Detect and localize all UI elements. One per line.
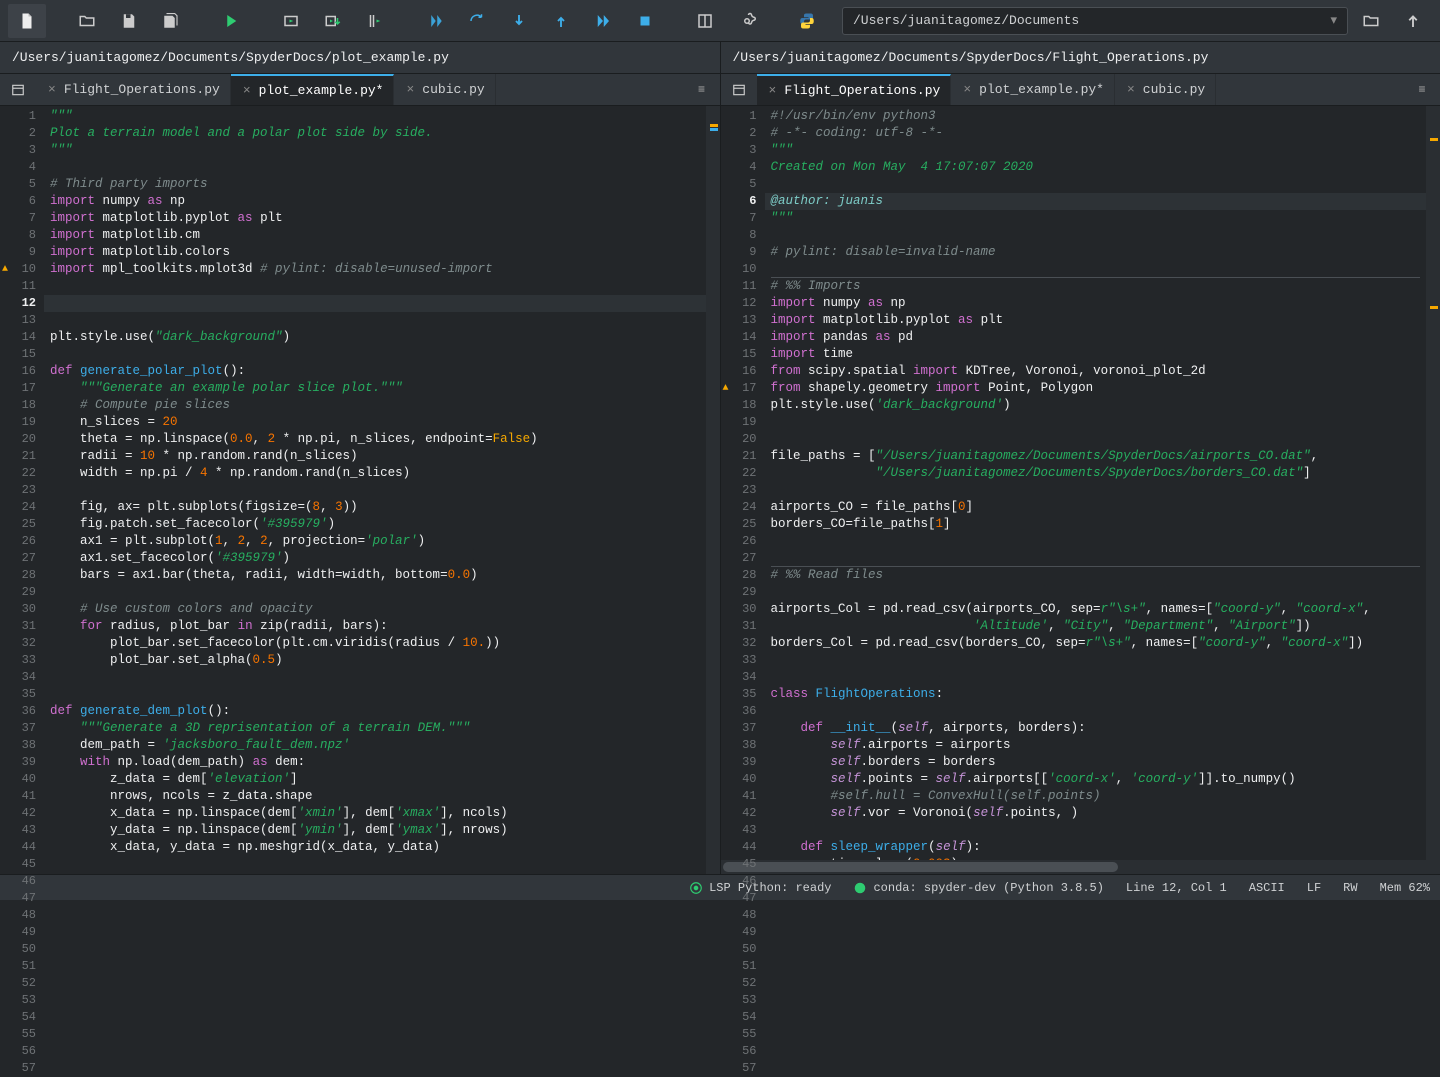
tab-plot-example[interactable]: ×plot_example.py*: [951, 74, 1115, 105]
tab-options-button[interactable]: ≡: [1404, 74, 1440, 105]
run-button[interactable]: [212, 4, 250, 38]
line-gutter: 12345678910111213141516▲1718192021222324…: [721, 106, 765, 860]
debug-stop-button[interactable]: [626, 4, 664, 38]
editor-split: /Users/juanitagomez/Documents/SpyderDocs…: [0, 42, 1440, 874]
browse-dir-button[interactable]: [1352, 4, 1390, 38]
status-lsp[interactable]: LSP Python: ready: [689, 881, 831, 895]
status-eol[interactable]: LF: [1307, 881, 1321, 895]
close-icon[interactable]: ×: [1125, 82, 1137, 97]
code-area[interactable]: """ Plot a terrain model and a polar plo…: [44, 106, 706, 874]
run-selection-button[interactable]: [356, 4, 394, 38]
new-file-button[interactable]: [8, 4, 46, 38]
close-icon[interactable]: ×: [46, 82, 58, 97]
close-icon[interactable]: ×: [404, 82, 416, 97]
maximize-pane-button[interactable]: [686, 4, 724, 38]
scrollbar-vertical[interactable]: [1426, 106, 1440, 860]
tab-browse-button[interactable]: [721, 74, 757, 105]
tab-bar-right: ×Flight_Operations.py ×plot_example.py* …: [721, 74, 1440, 106]
status-encoding[interactable]: ASCII: [1249, 881, 1285, 895]
status-mem: Mem 62%: [1380, 881, 1430, 895]
preferences-button[interactable]: [728, 4, 766, 38]
tab-flight-operations[interactable]: ×Flight_Operations.py: [36, 74, 231, 105]
run-cell-advance-button[interactable]: [314, 4, 352, 38]
tab-bar-left: ×Flight_Operations.py ×plot_example.py* …: [0, 74, 720, 106]
line-gutter: 123456789▲101112131415161718192021222324…: [0, 106, 44, 874]
file-path-bar: /Users/juanitagomez/Documents/SpyderDocs…: [721, 42, 1440, 74]
open-file-button[interactable]: [68, 4, 106, 38]
tab-cubic[interactable]: ×cubic.py: [1115, 74, 1216, 105]
close-icon[interactable]: ×: [241, 83, 253, 98]
close-icon[interactable]: ×: [961, 82, 973, 97]
file-path-bar: /Users/juanitagomez/Documents/SpyderDocs…: [0, 42, 720, 74]
code-editor-right[interactable]: 12345678910111213141516▲1718192021222324…: [721, 106, 1440, 860]
tab-browse-button[interactable]: [0, 74, 36, 105]
debug-step-in-button[interactable]: [500, 4, 538, 38]
code-editor-left[interactable]: 123456789▲101112131415161718192021222324…: [0, 106, 720, 874]
close-icon[interactable]: ×: [767, 83, 779, 98]
scrollbar-horizontal[interactable]: [721, 860, 1440, 874]
debug-step-out-button[interactable]: [542, 4, 580, 38]
editor-pane-left: /Users/juanitagomez/Documents/SpyderDocs…: [0, 42, 721, 874]
tab-plot-example[interactable]: ×plot_example.py*: [231, 74, 395, 105]
debug-button[interactable]: [416, 4, 454, 38]
status-bar: LSP Python: ready conda: spyder-dev (Pyt…: [0, 874, 1440, 900]
status-cursor: Line 12, Col 1: [1126, 881, 1227, 895]
working-dir-text: /Users/juanitagomez/Documents: [853, 13, 1079, 28]
parent-dir-button[interactable]: [1394, 4, 1432, 38]
tab-options-button[interactable]: ≡: [684, 74, 720, 105]
file-path-text: /Users/juanitagomez/Documents/SpyderDocs…: [12, 50, 449, 65]
scrollbar-vertical[interactable]: [706, 106, 720, 874]
tab-flight-operations[interactable]: ×Flight_Operations.py: [757, 74, 952, 105]
debug-step-button[interactable]: [458, 4, 496, 38]
status-rw: RW: [1343, 881, 1357, 895]
status-conda[interactable]: conda: spyder-dev (Python 3.8.5): [853, 881, 1103, 895]
working-dir-input[interactable]: /Users/juanitagomez/Documents ▾: [842, 7, 1348, 35]
tab-cubic[interactable]: ×cubic.py: [394, 74, 495, 105]
editor-pane-right: /Users/juanitagomez/Documents/SpyderDocs…: [721, 42, 1440, 874]
main-toolbar: /Users/juanitagomez/Documents ▾: [0, 0, 1440, 42]
save-button[interactable]: [110, 4, 148, 38]
code-area[interactable]: #!/usr/bin/env python3 # -*- coding: utf…: [765, 106, 1427, 860]
file-path-text: /Users/juanitagomez/Documents/SpyderDocs…: [733, 50, 1209, 65]
save-all-button[interactable]: [152, 4, 190, 38]
python-path-button[interactable]: [788, 4, 826, 38]
debug-continue-button[interactable]: [584, 4, 622, 38]
run-cell-button[interactable]: [272, 4, 310, 38]
